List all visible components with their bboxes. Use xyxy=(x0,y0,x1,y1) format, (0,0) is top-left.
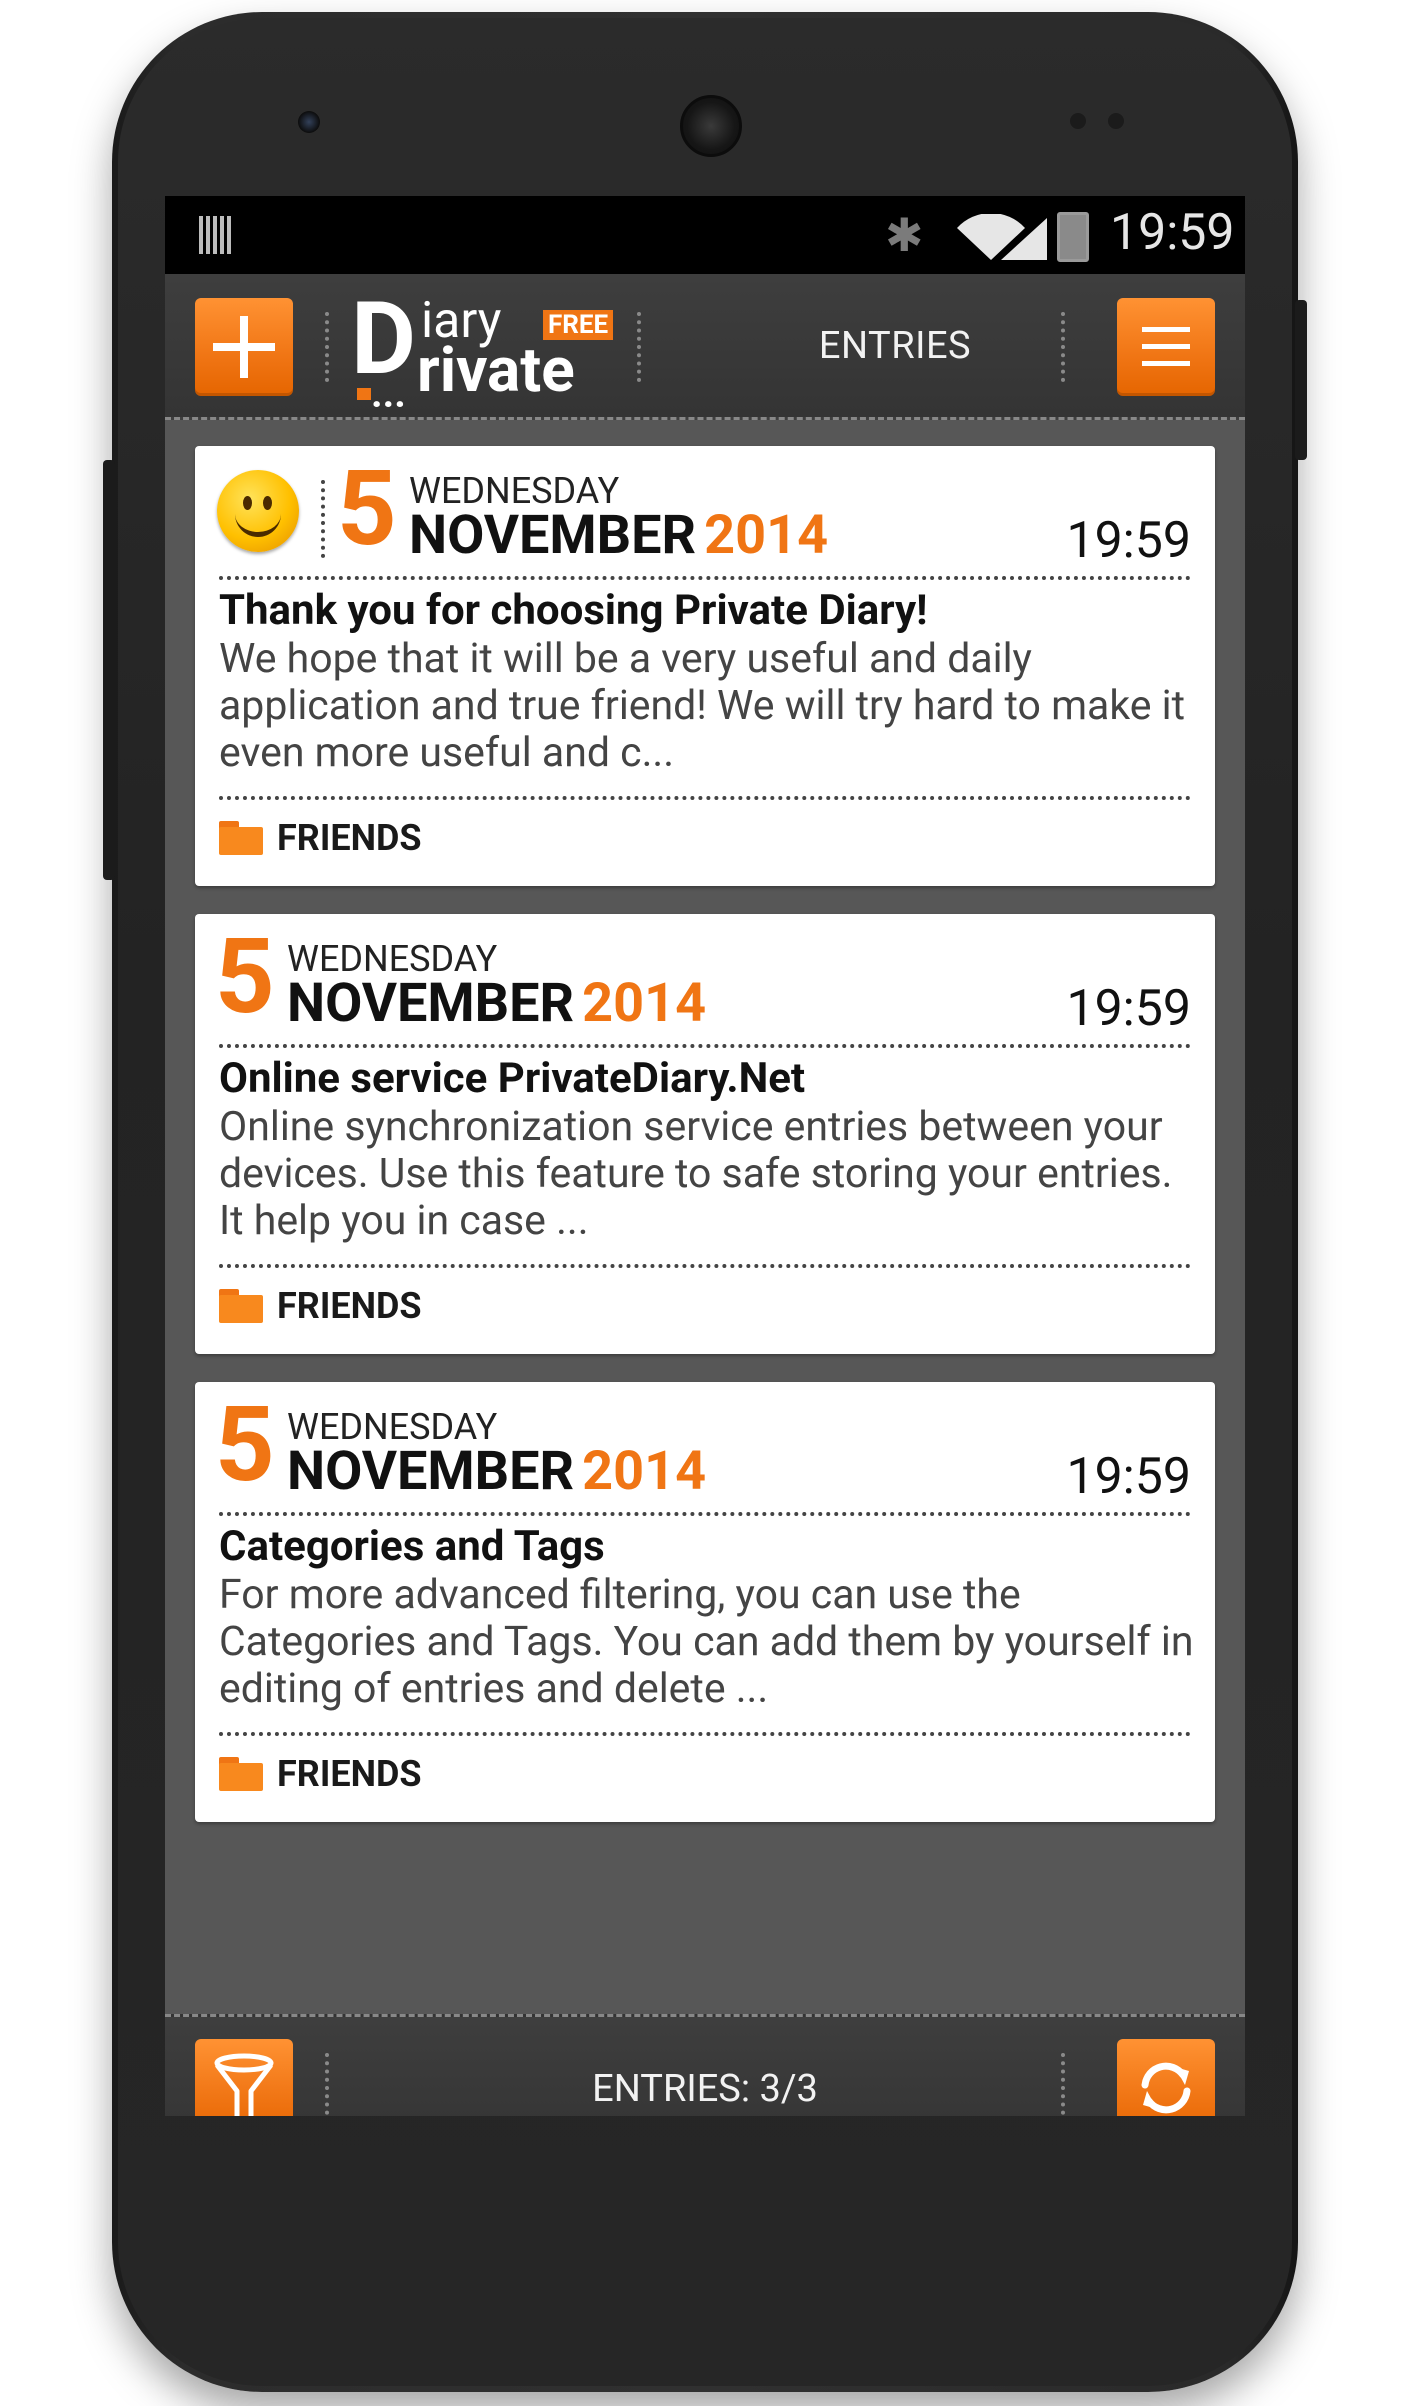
notification-icon xyxy=(199,216,231,254)
battery-icon xyxy=(1057,212,1089,262)
power-button xyxy=(1295,300,1307,460)
sync-button[interactable] xyxy=(1117,2039,1215,2116)
entries-list[interactable]: 5 WEDNESDAY NOVEMBER 2014 19:59 Thank you… xyxy=(165,420,1245,2014)
entry-year: 2014 xyxy=(582,972,707,1035)
divider xyxy=(219,1264,1191,1268)
entry-header: 5 WEDNESDAY NOVEMBER 2014 19:59 xyxy=(195,914,1215,1044)
earpiece-speaker xyxy=(680,95,742,157)
logo-dots: ... xyxy=(371,370,406,417)
menu-button[interactable] xyxy=(1117,298,1215,396)
entry-day: 5 xyxy=(215,1385,275,1506)
entries-count: ENTRIES: 3/3 xyxy=(592,2067,818,2111)
entry-preview: We hope that it will be a very useful an… xyxy=(219,635,1186,777)
logo-orange-dot xyxy=(357,388,371,400)
bluetooth-icon: ✱ xyxy=(885,209,924,263)
divider xyxy=(325,2053,329,2116)
sync-icon xyxy=(1141,2062,1191,2114)
page-title: ENTRIES xyxy=(818,324,972,368)
entry-month: NOVEMBER xyxy=(287,1440,575,1503)
funnel-filter-icon xyxy=(214,2053,274,2116)
volume-button xyxy=(103,460,115,880)
entry-category[interactable]: FRIENDS xyxy=(219,1752,422,1796)
divider xyxy=(219,576,1191,580)
entry-month-year: NOVEMBER 2014 xyxy=(287,1444,706,1500)
app-logo: D iary FREE rivate ... xyxy=(351,290,621,417)
hamburger-menu-icon xyxy=(1142,327,1190,366)
divider xyxy=(1061,2053,1065,2116)
divider xyxy=(321,480,325,558)
entry-title: Online service PrivateDiary.Net xyxy=(219,1054,806,1103)
plus-icon xyxy=(213,316,275,378)
entry-year: 2014 xyxy=(704,504,829,567)
folder-icon xyxy=(219,821,263,855)
entry-month: NOVEMBER xyxy=(409,504,697,567)
folder-icon xyxy=(219,1289,263,1323)
entry-category[interactable]: FRIENDS xyxy=(219,816,422,860)
entry-title: Categories and Tags xyxy=(219,1522,605,1571)
entry-month: NOVEMBER xyxy=(287,972,575,1035)
action-bar: D iary FREE rivate ... ENTRIES xyxy=(165,274,1245,420)
screen: ✱ 19:59 D iary FREE rivate ... ENTRIES 5… xyxy=(165,196,1245,2116)
divider xyxy=(325,312,329,382)
logo-rivate: rivate xyxy=(417,334,575,407)
divider xyxy=(219,1044,1191,1048)
folder-icon xyxy=(219,1757,263,1791)
entry-time: 19:59 xyxy=(1066,980,1191,1038)
bottom-bar: ENTRIES: 3/3 xyxy=(165,2014,1245,2116)
divider xyxy=(219,1512,1191,1516)
category-label: FRIENDS xyxy=(277,817,422,859)
entry-title: Thank you for choosing Private Diary! xyxy=(219,586,928,635)
entry-year: 2014 xyxy=(582,1440,707,1503)
entry-card[interactable]: 5 WEDNESDAY NOVEMBER 2014 19:59 Categorie… xyxy=(195,1382,1215,1822)
entry-category[interactable]: FRIENDS xyxy=(219,1284,422,1328)
entry-month-year: NOVEMBER 2014 xyxy=(287,976,706,1032)
light-sensor xyxy=(1108,113,1124,129)
entry-preview: For more advanced filtering, you can use… xyxy=(219,1571,1194,1713)
divider xyxy=(1061,312,1065,382)
smiley-icon xyxy=(217,470,299,552)
entry-time: 19:59 xyxy=(1066,512,1191,570)
wifi-signal-icon xyxy=(957,214,1047,260)
entry-header: 5 WEDNESDAY NOVEMBER 2014 19:59 xyxy=(195,446,1215,576)
filter-button[interactable] xyxy=(195,2039,293,2116)
entry-card[interactable]: 5 WEDNESDAY NOVEMBER 2014 19:59 Online se… xyxy=(195,914,1215,1354)
divider xyxy=(219,1732,1191,1736)
entry-card[interactable]: 5 WEDNESDAY NOVEMBER 2014 19:59 Thank you… xyxy=(195,446,1215,886)
entry-day: 5 xyxy=(215,917,275,1038)
category-label: FRIENDS xyxy=(277,1285,422,1327)
front-camera xyxy=(298,111,320,133)
add-entry-button[interactable] xyxy=(195,298,293,396)
proximity-sensor xyxy=(1070,113,1086,129)
status-time: 19:59 xyxy=(1110,204,1235,262)
entry-month-year: NOVEMBER 2014 xyxy=(409,508,828,564)
entry-time: 19:59 xyxy=(1066,1448,1191,1506)
category-label: FRIENDS xyxy=(277,1753,422,1795)
status-bar: ✱ 19:59 xyxy=(165,196,1245,274)
divider xyxy=(219,796,1191,800)
entry-preview: Online synchronization service entries b… xyxy=(219,1103,1173,1245)
entry-day: 5 xyxy=(337,449,397,570)
divider xyxy=(637,312,641,382)
entry-header: 5 WEDNESDAY NOVEMBER 2014 19:59 xyxy=(195,1382,1215,1512)
